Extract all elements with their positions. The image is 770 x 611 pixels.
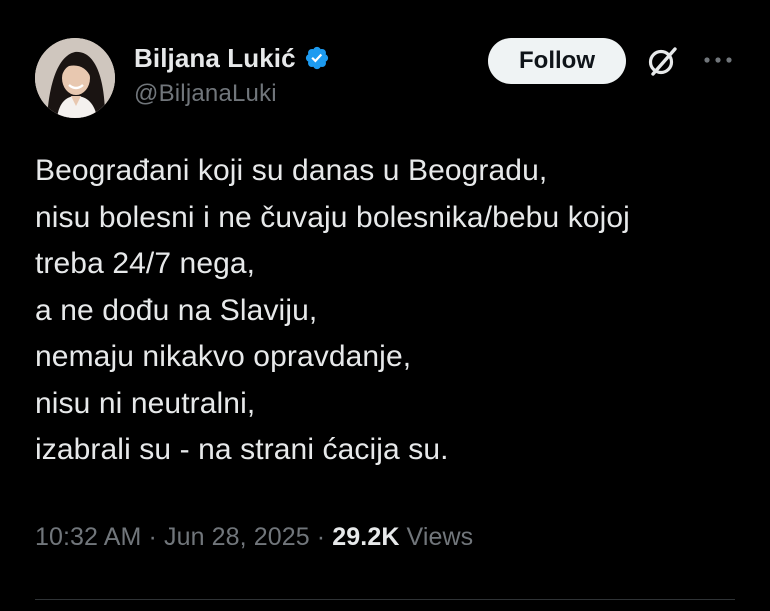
meta-separator: · bbox=[148, 523, 157, 551]
tweet-text-line: Beograđani koji su danas u Beogradu, bbox=[35, 154, 548, 187]
tweet-metadata: 10:32 AM · Jun 28, 2025 · 29.2K Views bbox=[35, 523, 473, 552]
tweet-text-line: a ne dođu na Slaviju, bbox=[35, 293, 318, 327]
views-label: Views bbox=[406, 523, 474, 551]
author-handle[interactable]: @BiljanaLuki bbox=[134, 80, 330, 108]
author-name-row: Biljana Lukić bbox=[134, 40, 330, 76]
avatar[interactable] bbox=[35, 38, 115, 118]
tweet-text: Beograđani koji su danas u Beogradu, nis… bbox=[35, 148, 745, 474]
tweet-text-line: izabrali su - na strani ćacija su. bbox=[35, 433, 449, 466]
tweet-text-line: nisu bolesni i ne čuvaju bolesnika/bebu … bbox=[35, 200, 630, 234]
verified-badge-icon[interactable] bbox=[304, 45, 330, 71]
author-info: Biljana Lukić @BiljanaLuki bbox=[134, 40, 330, 108]
more-options-icon[interactable] bbox=[700, 50, 736, 70]
avatar-image bbox=[35, 38, 115, 118]
tweet-text-line: nemaju nikakvo opravdanje, bbox=[35, 340, 412, 373]
tweet-text-line: treba 24/7 nega, bbox=[35, 247, 256, 280]
tweet-time[interactable]: 10:32 AM bbox=[35, 523, 141, 551]
divider bbox=[35, 599, 735, 600]
meta-separator: · bbox=[316, 523, 326, 551]
grok-icon[interactable] bbox=[644, 43, 680, 79]
tweet-date[interactable]: Jun 28, 2025 bbox=[164, 523, 310, 551]
author-display-name[interactable]: Biljana Lukić bbox=[134, 43, 296, 74]
follow-button[interactable]: Follow bbox=[488, 38, 626, 84]
tweet-card: Biljana Lukić @BiljanaLuki Follow Beogra… bbox=[0, 0, 770, 611]
tweet-text-line: nisu ni neutralni, bbox=[35, 386, 256, 420]
views-count[interactable]: 29.2K bbox=[332, 523, 399, 551]
